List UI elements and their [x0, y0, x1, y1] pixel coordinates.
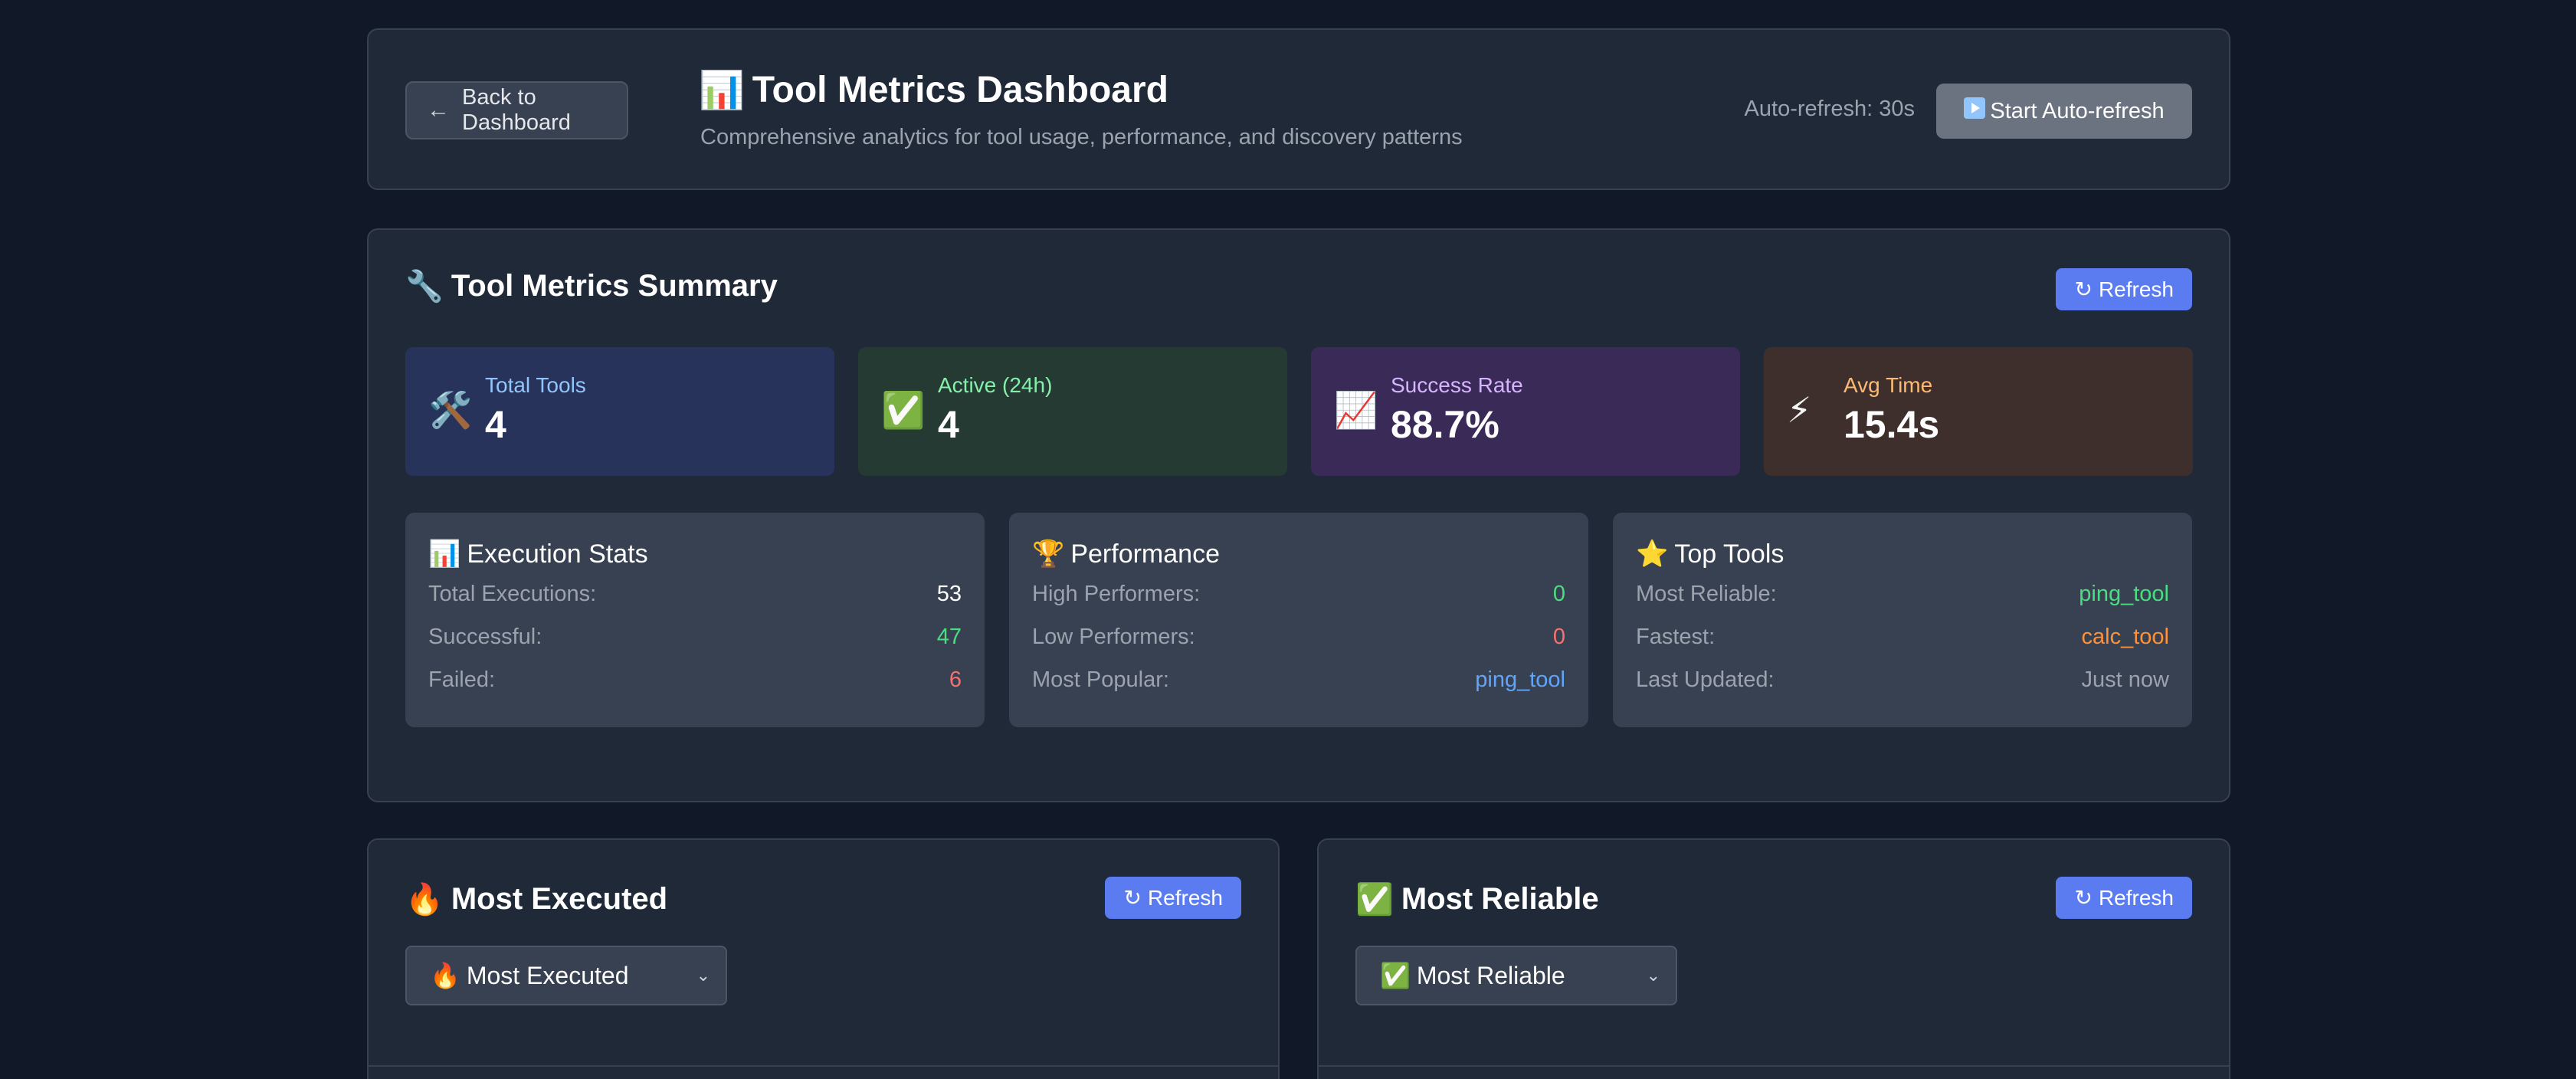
most-executed-title-text: Most Executed	[451, 882, 668, 916]
divider	[369, 1065, 1278, 1067]
most-reliable-refresh-button[interactable]: ↻ Refresh	[2056, 877, 2192, 919]
check-icon: ✅	[881, 390, 926, 430]
star-icon: ⭐	[1636, 540, 1669, 569]
info-row: Fastest: calc_tool	[1636, 621, 2169, 652]
most-executed-title: 🔥 Most Executed	[405, 881, 667, 917]
tools-icon: 🛠️	[428, 390, 473, 430]
most-reliable-title: ✅ Most Reliable	[1355, 881, 1599, 917]
auto-refresh-label: Auto-refresh: 30s	[1744, 97, 1915, 121]
arrow-left-icon: ←	[427, 97, 450, 123]
fire-icon: 🔥	[430, 962, 460, 989]
info-value: 6	[949, 667, 962, 692]
card-title-text: Performance	[1070, 539, 1220, 569]
select-value: Most Reliable	[1416, 961, 1565, 989]
stat-card-avg-time: ⚡ Avg Time 15.4s	[1764, 347, 2193, 476]
chevron-down-icon: ⌄	[696, 966, 710, 985]
info-value: 0	[1552, 624, 1565, 649]
top-tools-card: ⭐ Top Tools Most Reliable: ping_tool Fas…	[1613, 513, 2192, 727]
most-reliable-select[interactable]: ✅ Most Reliable ⌄	[1355, 946, 1677, 1005]
trophy-icon: 🏆	[1032, 540, 1065, 569]
info-key: Most Reliable:	[1636, 581, 1777, 606]
info-key: Failed:	[428, 667, 496, 692]
stat-value: 4	[485, 403, 506, 446]
most-executed-panel: 🔥 Most Executed ↻ Refresh 🔥 Most Execute…	[367, 838, 1280, 1079]
performance-title: 🏆 Performance	[1032, 539, 1220, 569]
info-value: calc_tool	[2081, 624, 2169, 649]
card-title-text: Top Tools	[1674, 539, 1785, 569]
play-icon	[1964, 97, 1986, 119]
info-value: 53	[936, 581, 962, 606]
refresh-label: Refresh	[2098, 885, 2174, 910]
stat-card-active: ✅ Active (24h) 4	[858, 347, 1287, 476]
check-icon: ✅	[1355, 883, 1394, 917]
bar-chart-icon: 📊	[699, 71, 745, 111]
summary-title-text: Tool Metrics Summary	[451, 269, 778, 303]
start-auto-refresh-button[interactable]: Start Auto-refresh	[1936, 84, 2192, 139]
page-title-text: Tool Metrics Dashboard	[752, 70, 1168, 110]
select-value: Most Executed	[466, 961, 629, 989]
info-key: Low Performers:	[1032, 624, 1195, 649]
back-to-dashboard-button[interactable]: ← Back to Dashboard	[405, 81, 628, 139]
chart-up-icon: 📈	[1334, 390, 1378, 430]
refresh-icon: ↻	[2074, 886, 2093, 910]
bar-chart-icon: 📊	[428, 540, 461, 569]
info-row: Last Updated: Just now	[1636, 664, 2169, 695]
most-executed-refresh-button[interactable]: ↻ Refresh	[1105, 877, 1241, 919]
most-reliable-title-text: Most Reliable	[1401, 882, 1599, 916]
page-title: 📊 Tool Metrics Dashboard	[699, 68, 1168, 112]
info-value: Just now	[2081, 667, 2169, 692]
execution-stats-title: 📊 Execution Stats	[428, 539, 648, 569]
stat-label: Total Tools	[485, 373, 586, 397]
info-key: High Performers:	[1032, 581, 1201, 606]
info-value: ping_tool	[2079, 581, 2169, 606]
info-key: Most Popular:	[1032, 667, 1169, 692]
info-value: 0	[1552, 581, 1565, 606]
summary-refresh-button[interactable]: ↻ Refresh	[2056, 268, 2192, 310]
check-icon: ✅	[1380, 962, 1411, 989]
info-row: Most Reliable: ping_tool	[1636, 579, 2169, 609]
info-row: Total Executions: 53	[428, 579, 962, 609]
info-key: Successful:	[428, 624, 542, 649]
info-row: Most Popular: ping_tool	[1032, 664, 1565, 695]
divider	[1319, 1065, 2229, 1067]
back-button-label: Back to Dashboard	[462, 85, 571, 135]
chevron-down-icon: ⌄	[1646, 966, 1660, 985]
stat-value: 88.7%	[1391, 403, 1499, 446]
info-value: 47	[936, 624, 962, 649]
summary-title: 🔧 Tool Metrics Summary	[405, 268, 778, 304]
header-panel: ← Back to Dashboard 📊 Tool Metrics Dashb…	[367, 28, 2230, 190]
wrench-icon: 🔧	[405, 270, 444, 303]
stat-value: 4	[938, 403, 959, 446]
start-auto-refresh-label: Start Auto-refresh	[1990, 98, 2165, 123]
tool-metrics-summary-panel: 🔧 Tool Metrics Summary ↻ Refresh 🛠️ Tota…	[367, 228, 2230, 802]
performance-card: 🏆 Performance High Performers: 0 Low Per…	[1009, 513, 1588, 727]
most-reliable-panel: ✅ Most Reliable ↻ Refresh ✅ Most Reliabl…	[1317, 838, 2230, 1079]
refresh-icon: ↻	[2074, 277, 2093, 301]
stat-label: Avg Time	[1844, 373, 1933, 397]
info-row: Low Performers: 0	[1032, 621, 1565, 652]
refresh-icon: ↻	[1123, 886, 1142, 910]
stat-label: Active (24h)	[938, 373, 1053, 397]
lightning-icon: ⚡	[1787, 390, 1812, 430]
info-key: Fastest:	[1636, 624, 1716, 649]
refresh-label: Refresh	[1147, 885, 1223, 910]
refresh-label: Refresh	[2098, 277, 2174, 301]
fire-icon: 🔥	[405, 883, 444, 917]
info-key: Last Updated:	[1636, 667, 1775, 692]
top-tools-title: ⭐ Top Tools	[1636, 539, 1784, 569]
card-title-text: Execution Stats	[467, 539, 648, 569]
stat-label: Success Rate	[1391, 373, 1523, 397]
page-subtitle: Comprehensive analytics for tool usage, …	[700, 125, 1463, 149]
info-row: Successful: 47	[428, 621, 962, 652]
info-key: Total Executions:	[428, 581, 597, 606]
info-row: High Performers: 0	[1032, 579, 1565, 609]
info-row: Failed: 6	[428, 664, 962, 695]
stat-value: 15.4s	[1844, 403, 1940, 446]
most-executed-select[interactable]: 🔥 Most Executed ⌄	[405, 946, 727, 1005]
stat-card-total-tools: 🛠️ Total Tools 4	[405, 347, 834, 476]
info-value: ping_tool	[1475, 667, 1565, 692]
execution-stats-card: 📊 Execution Stats Total Executions: 53 S…	[405, 513, 985, 727]
stat-card-success-rate: 📈 Success Rate 88.7%	[1311, 347, 1740, 476]
